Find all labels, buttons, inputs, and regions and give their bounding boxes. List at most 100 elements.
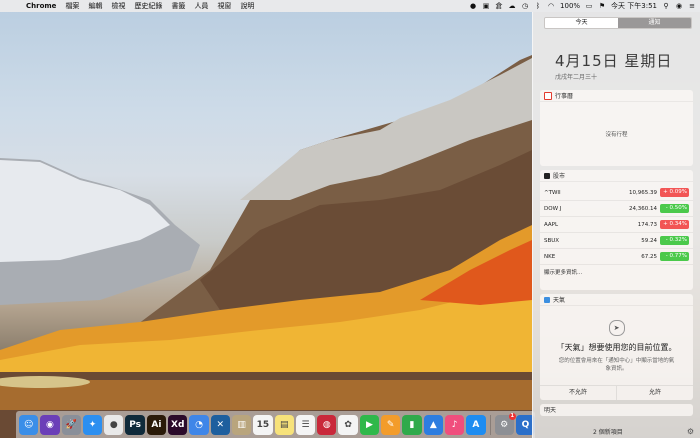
stock-row[interactable]: SBUX 59.24 - 0.32% <box>540 233 693 249</box>
weather-widget: 天氣 ➤ 「天氣」想要使用您的目前位置。 您的位置會用來在「通知中心」中顯示當地… <box>540 294 693 400</box>
calendar-widget-header: 行事曆 <box>540 90 693 102</box>
menu-window[interactable]: 視窗 <box>217 1 231 11</box>
gear-icon[interactable]: ⚙ <box>687 427 694 436</box>
stock-row[interactable]: AAPL 174.73 + 0.34% <box>540 217 693 233</box>
launchpad-icon[interactable]: 🚀 <box>61 414 81 435</box>
stock-symbol: NKE <box>544 253 556 260</box>
photo-booth-icon[interactable]: ◍ <box>317 414 337 435</box>
calendar-icon <box>544 91 552 100</box>
stock-change-badge[interactable]: - 0.50% <box>660 204 689 213</box>
battery-icon[interactable]: ▭ <box>585 2 593 10</box>
reminders-icon[interactable]: ☰ <box>295 414 316 435</box>
menubar-clock[interactable]: 今天 下午3:51 <box>611 1 657 11</box>
messenger-icon[interactable]: ◔ <box>189 414 209 435</box>
lunar-date: 戊戌年二月三十 <box>555 74 598 81</box>
calendar-icon[interactable]: 15 <box>253 414 273 435</box>
facetime-icon[interactable]: ▶ <box>359 414 380 435</box>
stock-symbol: DOW J <box>544 205 562 212</box>
finder-icon[interactable]: ☺ <box>19 414 39 435</box>
stocks-widget-title: 股市 <box>553 173 566 180</box>
search-icon[interactable]: ⚲ <box>662 2 670 10</box>
menu-view[interactable]: 檢視 <box>111 1 125 11</box>
stocks-widget-header: 股市 <box>540 170 693 182</box>
time-machine-icon[interactable]: ◷ <box>521 2 529 10</box>
stock-row[interactable]: NKE 67.25 - 0.77% <box>540 249 693 265</box>
record-icon[interactable]: ● <box>469 2 477 10</box>
battery-percent[interactable]: 100% <box>560 2 580 10</box>
menu-people[interactable]: 人員 <box>194 1 208 11</box>
vscode-icon[interactable]: ✕ <box>210 414 230 435</box>
stock-symbol: ^TWII <box>544 189 561 196</box>
new-items-button[interactable]: 2 個新項目 <box>593 427 623 436</box>
numbers-icon[interactable]: ▮ <box>402 414 422 435</box>
wifi-icon[interactable]: ◠ <box>547 2 555 10</box>
notification-badge: 1 <box>508 412 516 420</box>
bluetooth-icon[interactable]: ᛒ <box>534 2 542 10</box>
stocks-show-more-link[interactable]: 顯示更多資訊... <box>540 268 693 276</box>
keynote-icon[interactable]: ▲ <box>423 414 443 435</box>
safari-icon[interactable]: ✦ <box>82 414 103 435</box>
tomorrow-widget-title: 明天 <box>544 407 557 414</box>
photoshop-icon[interactable]: Ps <box>125 414 145 435</box>
menu-bookmarks[interactable]: 書籤 <box>171 1 185 11</box>
xd-icon[interactable]: Xd <box>168 414 188 435</box>
notification-center: 今天 通知 4月15日 星期日 戊戌年二月三十 行事曆 沒有行程 股市 ^TWI… <box>532 12 700 438</box>
flag-icon[interactable]: ⚑ <box>598 2 606 10</box>
location-arrow-icon: ➤ <box>608 320 625 336</box>
stocks-widget: 股市 ^TWII 10,965.39 + 0.09% DOW J 24,360.… <box>540 170 693 290</box>
stock-change-badge[interactable]: - 0.32% <box>660 236 689 245</box>
menu-app-name[interactable]: Chrome <box>26 2 56 10</box>
today-date: 4月15日 星期日 <box>555 52 673 70</box>
stock-change-badge[interactable]: + 0.34% <box>660 220 689 229</box>
dock: ☺ ◉ 🚀 ✦ ● Ps Ai Xd ◔ ✕ ▥ 15 ▤ ☰ ◍ ✿ ▶ ✎ ▮ ▲ ♪ A ⚙ 1 Q <box>16 411 536 438</box>
chrome-icon[interactable]: ● <box>104 414 124 435</box>
notes-icon[interactable]: ▤ <box>274 414 294 435</box>
ime-icon[interactable]: 倉 <box>495 2 503 10</box>
stock-row[interactable]: DOW J 24,360.14 - 0.50% <box>540 201 693 217</box>
calendar-widget-title: 行事曆 <box>555 93 574 100</box>
tab-today[interactable]: 今天 <box>545 18 618 28</box>
stock-row[interactable]: ^TWII 10,965.39 + 0.09% <box>540 185 693 201</box>
allow-button[interactable]: 允許 <box>617 386 693 400</box>
itunes-icon[interactable]: ♪ <box>444 414 465 435</box>
weather-widget-header: 天氣 <box>540 294 693 306</box>
nc-tab-switcher: 今天 通知 <box>544 17 692 29</box>
line-icon[interactable]: ▣ <box>482 2 490 10</box>
menu-history[interactable]: 歷史紀錄 <box>134 1 162 11</box>
siri-icon[interactable]: ◉ <box>675 2 683 10</box>
stock-price: 67.25 <box>641 253 657 260</box>
stock-price: 59.24 <box>641 237 657 244</box>
dock-separator <box>489 414 491 435</box>
siri-icon[interactable]: ◉ <box>40 414 60 435</box>
menu-file[interactable]: 檔案 <box>65 1 79 11</box>
cloud-icon[interactable]: ☁ <box>508 2 516 10</box>
tomorrow-widget: 明天 <box>540 404 693 416</box>
stock-symbol: SBUX <box>544 237 560 244</box>
calendar-widget: 行事曆 沒有行程 <box>540 90 693 166</box>
file-icon[interactable]: ▥ <box>231 414 252 435</box>
deny-button[interactable]: 不允許 <box>540 386 617 400</box>
stock-price: 10,965.39 <box>629 189 657 196</box>
weather-widget-title: 天氣 <box>553 297 566 304</box>
illustrator-icon[interactable]: Ai <box>146 414 167 435</box>
photos-icon[interactable]: ✿ <box>338 414 358 435</box>
weather-icon <box>544 296 550 303</box>
stock-change-badge[interactable]: - 0.77% <box>660 252 689 261</box>
stock-price: 24,360.14 <box>629 205 657 212</box>
nc-bottom-bar: 2 個新項目 ⚙ <box>533 425 700 438</box>
stocks-icon <box>544 172 550 179</box>
stock-change-badge[interactable]: + 0.09% <box>660 188 689 197</box>
tab-notifications[interactable]: 通知 <box>618 18 691 28</box>
menu-edit[interactable]: 編輯 <box>88 1 102 11</box>
stock-price: 174.73 <box>637 221 657 228</box>
pages-icon[interactable]: ✎ <box>381 414 401 435</box>
menu-bar: Chrome 檔案 編輯 檢視 歷史紀錄 書籤 人員 視窗 說明 ● ▣ 倉 ☁… <box>0 0 700 12</box>
app-store-icon[interactable]: A <box>466 414 486 435</box>
notification-center-icon[interactable]: ≡ <box>688 2 696 10</box>
calendar-empty-text: 沒有行程 <box>605 132 628 138</box>
stock-symbol: AAPL <box>544 221 559 228</box>
menu-help[interactable]: 說明 <box>240 1 254 11</box>
weather-location-prompt-body: 您的位置會用來在「通知中心」中顯示當地的氣象資訊。 <box>558 358 675 372</box>
weather-prompt-buttons: 不允許 允許 <box>540 385 693 400</box>
system-preferences-icon[interactable]: ⚙ 1 <box>494 412 516 435</box>
